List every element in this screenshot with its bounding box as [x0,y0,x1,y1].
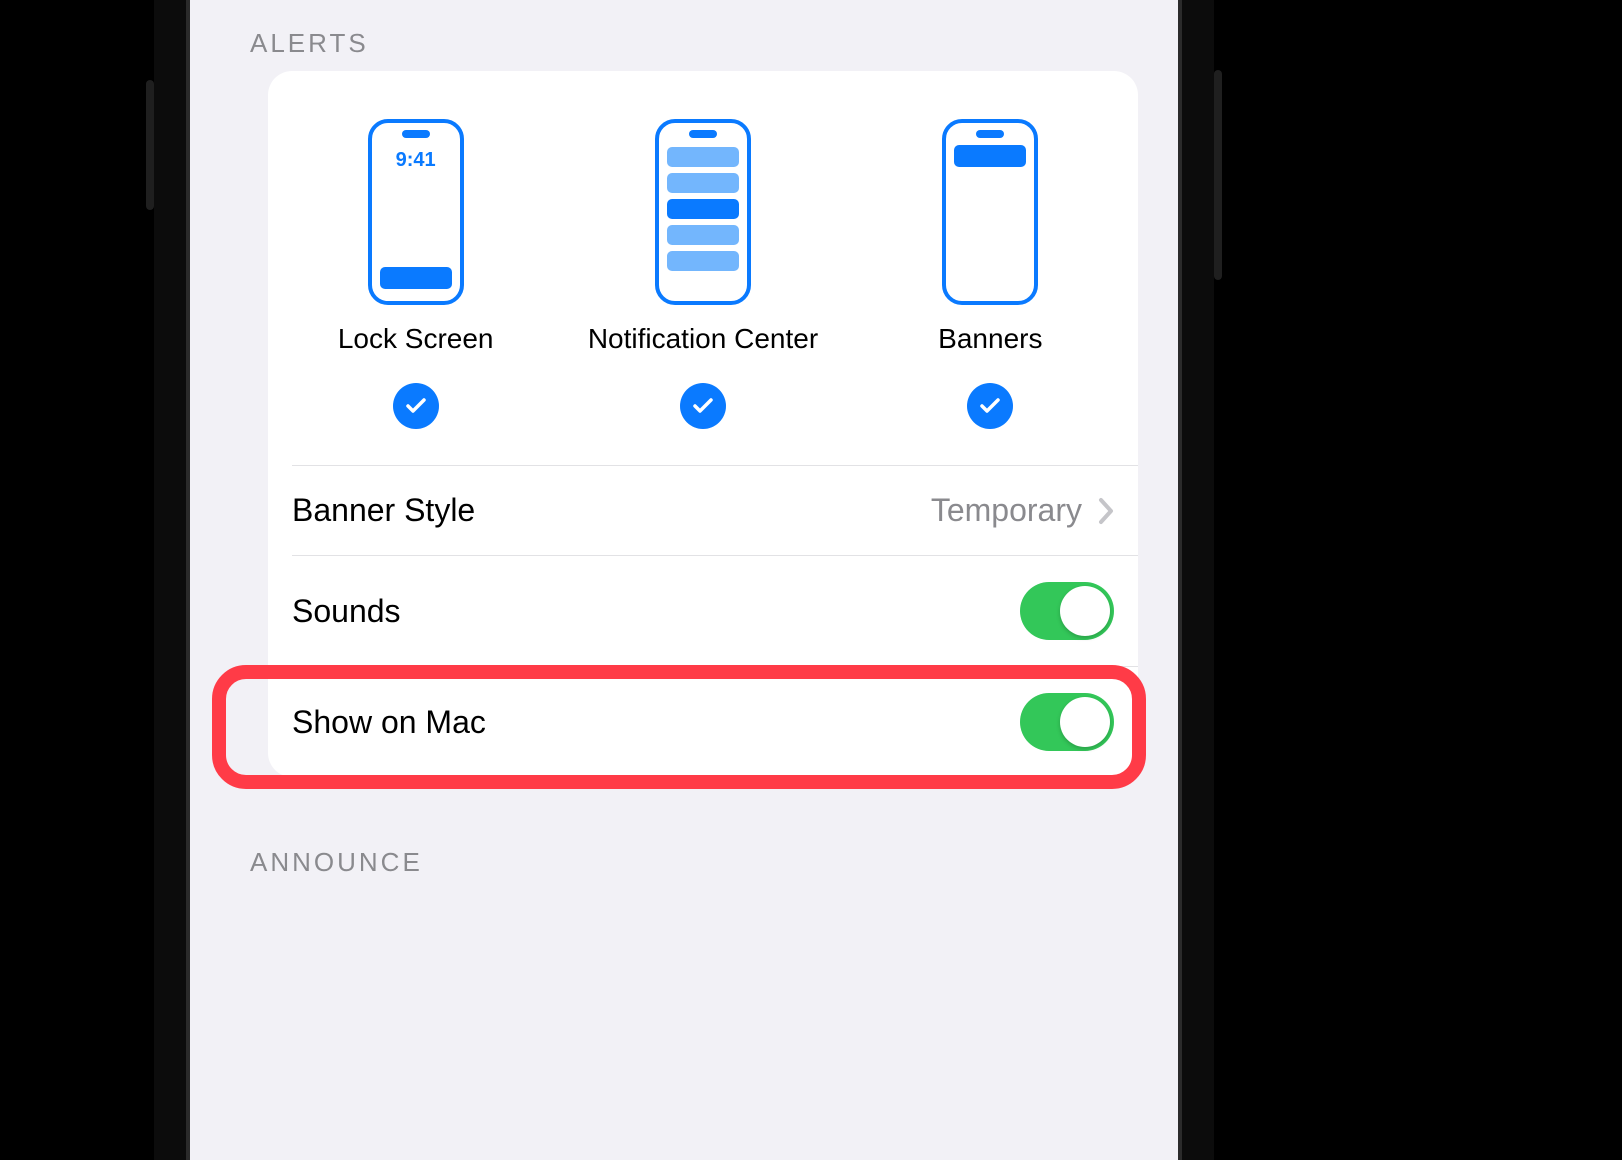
alert-option-banners[interactable]: Banners [847,119,1134,429]
show-on-mac-label: Show on Mac [292,704,486,741]
lock-screen-icon: 9:41 [368,119,464,305]
banners-label: Banners [938,323,1042,355]
phone-bezel: ALERTS 9:41 Lock Screen [154,0,1214,1160]
alert-option-lock-screen[interactable]: 9:41 Lock Screen [272,119,559,429]
announce-section-header: ANNOUNCE [218,847,1150,878]
lock-screen-checkmark-icon[interactable] [393,383,439,429]
alerts-panel: 9:41 Lock Screen [268,71,1138,777]
lock-screen-time: 9:41 [372,149,460,172]
show-on-mac-row: Show on Mac [268,667,1138,777]
sounds-label: Sounds [292,593,401,630]
lock-screen-label: Lock Screen [338,323,494,355]
banners-icon [942,119,1038,305]
banner-style-row[interactable]: Banner Style Temporary [268,466,1138,555]
phone-side-button-left [146,80,154,210]
banner-style-value-wrap: Temporary [931,492,1114,529]
alert-style-options: 9:41 Lock Screen [268,71,1138,465]
chevron-right-icon [1098,497,1114,525]
notification-center-label: Notification Center [588,323,818,355]
banner-style-label: Banner Style [292,492,475,529]
sounds-toggle[interactable] [1020,582,1114,640]
notification-center-icon [655,119,751,305]
banners-checkmark-icon[interactable] [967,383,1013,429]
banner-style-value: Temporary [931,492,1082,529]
notification-center-checkmark-icon[interactable] [680,383,726,429]
settings-screen: ALERTS 9:41 Lock Screen [218,0,1150,1160]
phone-side-button-right [1214,70,1222,280]
sounds-row: Sounds [268,556,1138,666]
toggle-knob [1060,586,1110,636]
toggle-knob [1060,697,1110,747]
alert-option-notification-center[interactable]: Notification Center [559,119,846,429]
show-on-mac-toggle[interactable] [1020,693,1114,751]
alerts-section-header: ALERTS [218,28,1150,59]
